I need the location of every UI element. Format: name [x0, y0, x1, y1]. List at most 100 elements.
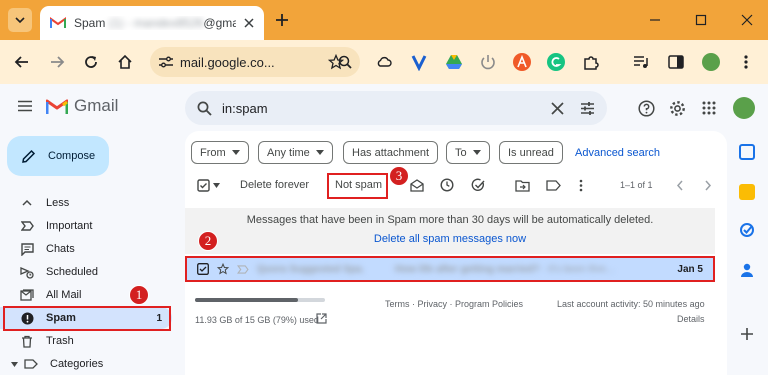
- chevron-down-icon: [14, 14, 26, 26]
- browser-tab-gmail[interactable]: Spam (1) - mandex8526@gmail: [40, 6, 264, 40]
- advanced-search-link[interactable]: Advanced search: [575, 147, 660, 159]
- browser-toolbar: mail.google.co...: [0, 40, 768, 84]
- search-input[interactable]: [222, 100, 541, 116]
- help-icon[interactable]: [637, 99, 655, 117]
- delete-all-spam-link[interactable]: Delete all spam messages now: [185, 233, 715, 245]
- a-extension-icon[interactable]: [513, 53, 531, 71]
- filter-has-attachment[interactable]: Has attachment: [343, 141, 439, 164]
- tab-search-button[interactable]: [8, 8, 32, 32]
- more-actions-icon[interactable]: [579, 173, 583, 197]
- email-subject: How life after getting married?: [395, 263, 540, 275]
- important-marker-icon[interactable]: [237, 264, 249, 274]
- extensions-puzzle-icon[interactable]: [582, 53, 600, 71]
- annotation-highlight-spam: [3, 306, 171, 331]
- grammarly-extension-icon[interactable]: [547, 53, 565, 71]
- new-tab-button[interactable]: [270, 8, 294, 32]
- arrow-left-icon: [14, 54, 30, 70]
- select-all-checkbox[interactable]: [197, 173, 220, 197]
- tab-title-suffix: @gmail: [203, 16, 236, 30]
- bookmark-button[interactable]: [326, 52, 346, 72]
- chat-icon: [20, 242, 34, 256]
- settings-gear-icon[interactable]: [668, 99, 686, 117]
- nav-label: Less: [46, 197, 70, 209]
- label-as-icon[interactable]: [546, 173, 561, 197]
- nav-item-less[interactable]: Less: [0, 192, 172, 214]
- nav-item-trash[interactable]: Trash: [0, 330, 172, 352]
- trash-icon: [20, 335, 34, 348]
- clear-search-icon[interactable]: [551, 101, 564, 115]
- keep-app-icon[interactable]: [739, 184, 755, 200]
- important-icon: [20, 221, 34, 231]
- add-app-icon[interactable]: [739, 326, 755, 342]
- gmail-m-icon: [46, 98, 68, 115]
- search-bar[interactable]: [185, 91, 607, 125]
- calendar-app-icon[interactable]: [739, 144, 755, 160]
- details-link[interactable]: Details: [677, 314, 705, 324]
- plus-icon: [275, 13, 289, 27]
- cloud-extension-icon[interactable]: [375, 53, 393, 71]
- account-avatar[interactable]: [733, 97, 755, 119]
- filter-label: From: [200, 146, 226, 159]
- filter-from[interactable]: From: [191, 141, 249, 164]
- close-tab-icon[interactable]: [244, 18, 254, 28]
- open-in-new-icon[interactable]: [316, 313, 327, 324]
- move-to-icon[interactable]: [515, 173, 530, 197]
- filter-any-time[interactable]: Any time: [258, 141, 333, 164]
- v-extension-icon[interactable]: [410, 53, 428, 71]
- kebab-menu-icon[interactable]: [737, 53, 755, 71]
- filter-label: Has attachment: [352, 146, 430, 159]
- scheduled-icon: [20, 266, 34, 279]
- email-row[interactable]: Quora Suggested Spa. How life after gett…: [185, 256, 715, 282]
- forward-button[interactable]: [47, 52, 67, 72]
- tab-title-obscured: (1) - mandex8526: [108, 16, 204, 30]
- older-page-icon[interactable]: [704, 173, 712, 197]
- contacts-app-icon[interactable]: [739, 262, 755, 278]
- drive-extension-icon[interactable]: [445, 53, 463, 71]
- gmail-logo[interactable]: Gmail: [46, 96, 118, 116]
- nav-item-important[interactable]: Important: [0, 215, 172, 237]
- footer-links[interactable]: Terms · Privacy · Program Policies: [385, 299, 523, 309]
- close-window-button[interactable]: [738, 11, 756, 29]
- snooze-clock-icon[interactable]: [440, 173, 454, 197]
- gmail-logo-text: Gmail: [74, 96, 119, 115]
- spam-info-banner: Messages that have been in Spam more tha…: [185, 208, 715, 254]
- search-icon[interactable]: [197, 101, 212, 116]
- label-icon: [24, 359, 38, 369]
- nav-item-chats[interactable]: Chats: [0, 238, 172, 260]
- gmail-app: Gmail Compose Less Important Chats Sched…: [0, 84, 768, 375]
- newer-page-icon[interactable]: [676, 173, 684, 197]
- site-settings-icon[interactable]: [158, 55, 174, 69]
- apps-grid-icon[interactable]: [700, 99, 718, 117]
- star-icon[interactable]: [217, 263, 229, 275]
- nav-item-categories[interactable]: Categories: [0, 353, 172, 375]
- back-button[interactable]: [12, 52, 32, 72]
- row-checkbox[interactable]: [197, 263, 209, 275]
- tasks-app-icon[interactable]: [739, 222, 755, 238]
- delete-forever-button[interactable]: Delete forever: [240, 173, 309, 197]
- search-options-icon[interactable]: [580, 101, 595, 115]
- spam-info-message: Messages that have been in Spam more tha…: [246, 214, 654, 226]
- mark-as-read-icon[interactable]: [410, 173, 424, 197]
- filter-to[interactable]: To: [446, 141, 490, 164]
- profile-avatar[interactable]: [702, 53, 720, 71]
- chevron-up-icon: [20, 199, 34, 207]
- annotation-highlight-not-spam: [327, 173, 388, 199]
- add-to-tasks-icon[interactable]: [471, 173, 485, 197]
- side-panel-icon[interactable]: [667, 53, 685, 71]
- compose-button[interactable]: Compose: [7, 136, 109, 176]
- nav-item-scheduled[interactable]: Scheduled: [0, 261, 172, 283]
- maximize-button[interactable]: [692, 11, 710, 29]
- arrow-right-icon: [49, 54, 65, 70]
- power-extension-icon[interactable]: [479, 53, 497, 71]
- annotation-marker-3: 3: [389, 166, 409, 186]
- home-button[interactable]: [115, 52, 135, 72]
- maximize-icon: [695, 14, 707, 26]
- filter-is-unread[interactable]: Is unread: [499, 141, 563, 164]
- home-icon: [117, 54, 133, 70]
- main-menu-icon[interactable]: [17, 98, 33, 114]
- minimize-icon: [649, 14, 661, 26]
- annotation-marker-1: 1: [129, 285, 149, 305]
- minimize-button[interactable]: [646, 11, 664, 29]
- reload-button[interactable]: [81, 52, 101, 72]
- media-control-icon[interactable]: [632, 53, 650, 71]
